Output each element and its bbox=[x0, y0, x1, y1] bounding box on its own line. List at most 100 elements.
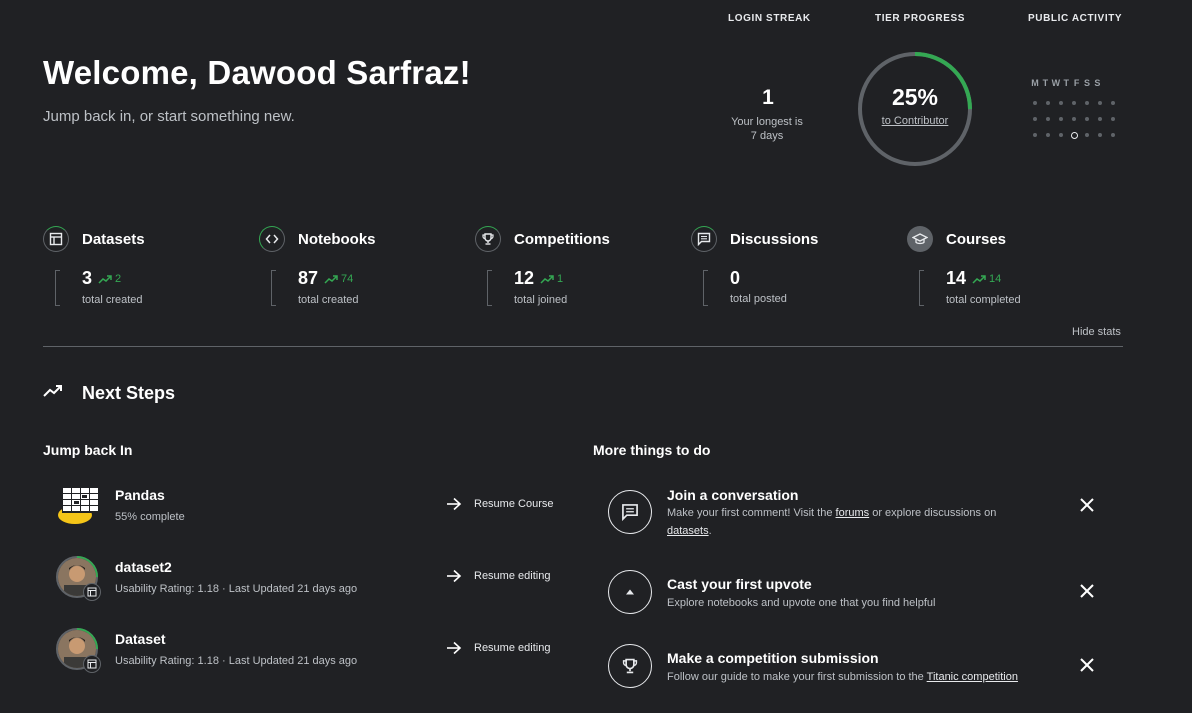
activity-day-dot bbox=[1085, 133, 1089, 137]
activity-day-dot bbox=[1033, 133, 1037, 137]
notebooks-stat-delta-value: 74 bbox=[341, 272, 354, 285]
close-icon[interactable] bbox=[1078, 582, 1096, 600]
arrow-right-icon bbox=[447, 641, 462, 655]
dataset-badge bbox=[83, 655, 101, 673]
login-streak-longest-line2: 7 days bbox=[750, 130, 784, 142]
login-streak-longest-line1: Your longest is bbox=[731, 116, 803, 128]
activity-day-dot bbox=[1046, 133, 1050, 137]
activity-day-dot bbox=[1111, 133, 1115, 137]
trophy-icon bbox=[482, 233, 494, 245]
courses-stat-value-row: 14 14 bbox=[946, 268, 1001, 289]
activity-day-dot bbox=[1085, 117, 1089, 121]
competitions-stat-value: 12 bbox=[514, 268, 535, 288]
trending-up-icon bbox=[43, 385, 62, 397]
tier-progress-target[interactable]: to Contributor bbox=[856, 115, 974, 127]
datasets-stat-value: 3 bbox=[82, 268, 93, 288]
notebooks-stat-delta: 74 bbox=[324, 273, 353, 285]
dataset-badge bbox=[83, 583, 101, 601]
courses-stat-value: 14 bbox=[946, 268, 967, 288]
datasets-stat-bracket bbox=[55, 270, 60, 306]
discussions-stat-value-row: 0 bbox=[730, 268, 740, 289]
todo-title[interactable]: Join a conversation bbox=[667, 487, 798, 503]
activity-day-dot bbox=[1059, 101, 1063, 105]
todo-text: Make your first comment! Visit the bbox=[667, 507, 836, 519]
hide-stats-button[interactable]: Hide stats bbox=[1072, 326, 1121, 338]
day-label-wed: W bbox=[1051, 78, 1061, 88]
notebooks-stat-bracket bbox=[271, 270, 276, 306]
courses-stat-icon bbox=[907, 226, 933, 252]
activity-day-dot bbox=[1085, 101, 1089, 105]
todo-description: Make your first comment! Visit the forum… bbox=[667, 504, 1057, 540]
jump-item-sub: Usability Rating: 1.18 · Last Updated 21… bbox=[115, 583, 358, 595]
trending-up-icon bbox=[98, 274, 112, 284]
page-subtitle: Jump back in, or start something new. bbox=[43, 108, 295, 125]
activity-day-dot bbox=[1111, 117, 1115, 121]
login-streak-label: LOGIN STREAK bbox=[728, 13, 811, 24]
datasets-stat-title[interactable]: Datasets bbox=[82, 231, 145, 248]
datasets-stat-icon bbox=[43, 226, 69, 252]
activity-day-dot bbox=[1098, 101, 1102, 105]
notebooks-stat-sub: total created bbox=[298, 294, 359, 306]
jump-item-title[interactable]: Dataset bbox=[115, 631, 166, 647]
notebooks-stat-value: 87 bbox=[298, 268, 319, 288]
public-activity-label: PUBLIC ACTIVITY bbox=[1028, 13, 1123, 24]
activity-day-dot bbox=[1098, 133, 1102, 137]
resume-editing-button[interactable]: Resume editing bbox=[446, 641, 550, 655]
public-activity-day-labels: MTWTFSS bbox=[1030, 78, 1120, 88]
notebooks-stat-icon bbox=[259, 226, 285, 252]
table-icon bbox=[87, 659, 97, 669]
todo-icon-circle bbox=[608, 570, 652, 614]
resume-course-label[interactable]: Resume Course bbox=[474, 498, 553, 510]
competitions-stat-value-row: 12 1 bbox=[514, 268, 563, 289]
activity-day-dot bbox=[1033, 101, 1037, 105]
resume-editing-label[interactable]: Resume editing bbox=[474, 642, 550, 654]
upvote-icon bbox=[626, 589, 634, 595]
table-icon bbox=[87, 587, 97, 597]
todo-title[interactable]: Make a competition submission bbox=[667, 650, 879, 666]
resume-course-button[interactable]: Resume Course bbox=[446, 497, 553, 511]
activity-day-dot bbox=[1071, 131, 1078, 139]
todo-title[interactable]: Cast your first upvote bbox=[667, 576, 812, 592]
notebooks-stat-title[interactable]: Notebooks bbox=[298, 231, 376, 248]
trending-up-icon bbox=[972, 274, 986, 284]
competitions-stat-delta: 1 bbox=[540, 273, 563, 285]
activity-day-dot bbox=[1111, 101, 1115, 105]
login-streak-value: 1 bbox=[762, 86, 774, 109]
jump-item-sub: Usability Rating: 1.18 · Last Updated 21… bbox=[115, 655, 358, 667]
tier-progress-target-link[interactable]: to Contributor bbox=[882, 115, 949, 127]
competitions-stat-bracket bbox=[487, 270, 492, 306]
courses-stat-delta-value: 14 bbox=[989, 272, 1002, 285]
competitions-stat-delta-value: 1 bbox=[557, 272, 564, 285]
close-icon[interactable] bbox=[1078, 656, 1096, 674]
discussions-stat-bracket bbox=[703, 270, 708, 306]
courses-stat-sub: total completed bbox=[946, 294, 1021, 306]
competitions-stat-title[interactable]: Competitions bbox=[514, 231, 610, 248]
todo-text: . bbox=[708, 525, 712, 537]
discussions-stat-value: 0 bbox=[730, 268, 741, 288]
tier-progress-label: TIER PROGRESS bbox=[875, 13, 966, 24]
titanic-competition-link[interactable]: Titanic competition bbox=[927, 671, 1018, 683]
activity-day-dot bbox=[1046, 101, 1050, 105]
code-icon bbox=[265, 234, 279, 244]
trending-up-icon bbox=[540, 274, 554, 284]
jump-item-sub: 55% complete bbox=[115, 511, 185, 523]
tier-progress-percent: 25% bbox=[891, 84, 939, 110]
competitions-stat-sub: total joined bbox=[514, 294, 568, 306]
forums-link[interactable]: forums bbox=[836, 507, 870, 519]
datasets-link[interactable]: datasets bbox=[667, 525, 709, 537]
datasets-stat-value-row: 3 2 bbox=[82, 268, 121, 289]
day-label-mon: M bbox=[1031, 78, 1040, 88]
resume-editing-button[interactable]: Resume editing bbox=[446, 569, 550, 583]
jump-item-title[interactable]: Pandas bbox=[115, 487, 165, 503]
resume-editing-label[interactable]: Resume editing bbox=[474, 570, 550, 582]
day-label-thu: T bbox=[1063, 78, 1070, 88]
trending-up-icon bbox=[324, 274, 338, 284]
activity-day-dot bbox=[1072, 101, 1076, 105]
jump-item-title[interactable]: dataset2 bbox=[115, 559, 172, 575]
todo-text: or explore discussions on bbox=[869, 507, 997, 519]
activity-day-dot bbox=[1059, 133, 1063, 137]
discussions-stat-title[interactable]: Discussions bbox=[730, 231, 818, 248]
close-icon[interactable] bbox=[1078, 496, 1096, 514]
dataset-avatar bbox=[56, 628, 101, 673]
courses-stat-title[interactable]: Courses bbox=[946, 231, 1006, 248]
